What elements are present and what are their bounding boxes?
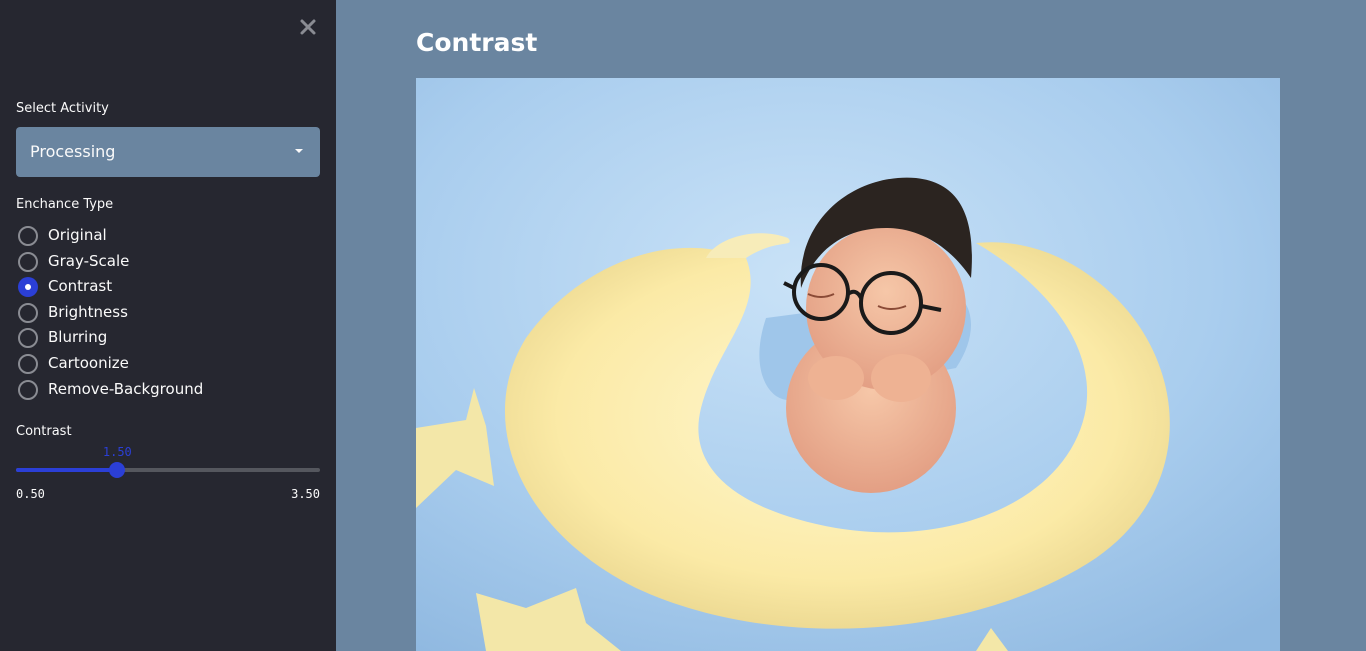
contrast-slider-max: 3.50 bbox=[291, 487, 320, 501]
radio-button[interactable] bbox=[18, 328, 38, 349]
radio-button[interactable] bbox=[18, 251, 38, 272]
activity-select[interactable]: Processing bbox=[16, 127, 320, 177]
radio-option-label: Contrast bbox=[48, 277, 113, 296]
sidebar: Select Activity Processing Enchance Type… bbox=[0, 0, 336, 651]
radio-option-label: Original bbox=[48, 226, 107, 244]
page-title: Contrast bbox=[416, 28, 538, 57]
app-root: Select Activity Processing Enchance Type… bbox=[0, 0, 1366, 651]
contrast-slider-label: Contrast bbox=[16, 424, 72, 439]
radio-option-label: Blurring bbox=[48, 328, 108, 347]
enhance-type-label: Enchance Type bbox=[16, 197, 114, 212]
radio-option-gray-scale[interactable]: Gray-Scale bbox=[16, 250, 266, 274]
radio-option-label: Cartoonize bbox=[48, 354, 129, 372]
select-activity-label: Select Activity bbox=[16, 101, 109, 116]
radio-option-label: Brightness bbox=[48, 302, 128, 321]
caret-down-icon bbox=[295, 149, 303, 153]
processed-image bbox=[416, 78, 1280, 651]
radio-button[interactable] bbox=[18, 226, 38, 246]
contrast-slider-value: 1.50 bbox=[102, 445, 132, 459]
radio-button[interactable] bbox=[18, 379, 38, 400]
radio-option-blurring[interactable]: Blurring bbox=[16, 326, 266, 350]
radio-option-original[interactable]: Original bbox=[16, 224, 266, 248]
contrast-slider-min: 0.50 bbox=[16, 487, 45, 501]
radio-option-remove-background[interactable]: Remove-Background bbox=[16, 378, 266, 402]
activity-select-value: Processing bbox=[30, 142, 116, 161]
radio-button[interactable] bbox=[18, 302, 38, 323]
close-icon bbox=[300, 19, 316, 35]
radio-option-contrast[interactable]: Contrast bbox=[16, 275, 266, 299]
contrast-slider-fill bbox=[16, 468, 118, 472]
radio-option-label: Remove-Background bbox=[48, 379, 204, 398]
close-sidebar-button[interactable] bbox=[298, 17, 318, 37]
radio-option-cartoonize[interactable]: Cartoonize bbox=[16, 352, 266, 376]
radio-option-brightness[interactable]: Brightness bbox=[16, 301, 266, 325]
contrast-slider-thumb[interactable] bbox=[109, 462, 126, 478]
radio-button[interactable] bbox=[18, 277, 38, 298]
radio-option-label: Gray-Scale bbox=[48, 251, 130, 270]
contrast-slider-track[interactable] bbox=[16, 462, 320, 478]
radio-button[interactable] bbox=[18, 354, 38, 374]
